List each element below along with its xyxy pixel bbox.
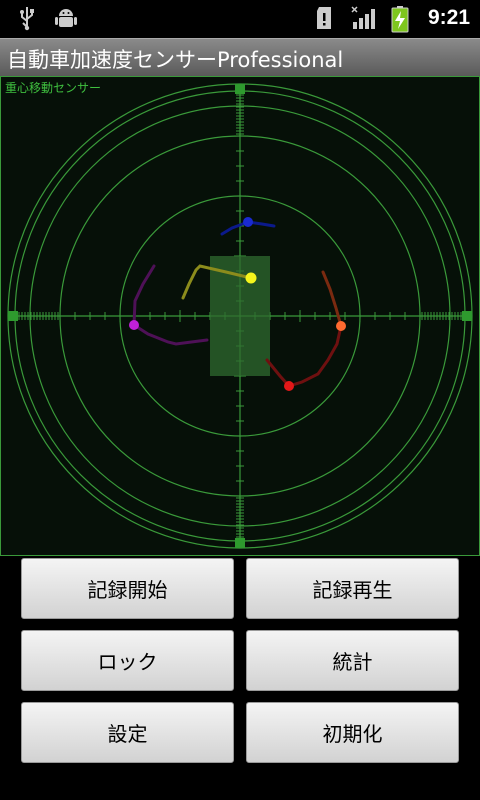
clock: 9:21 [427, 6, 470, 29]
usb-icon [20, 7, 34, 31]
point-yellow [245, 272, 257, 284]
battery-charging-icon [391, 6, 409, 33]
trail-orange [321, 270, 343, 328]
signal-icon [351, 6, 375, 29]
app-title: 自動車加速度センサーProfessional [7, 48, 344, 72]
status-bar: 9:21 [0, 0, 480, 38]
reset-button[interactable]: 初期化 [246, 702, 459, 763]
stats-button[interactable]: 統計 [246, 630, 459, 691]
point-dark-blue [243, 217, 253, 227]
point-purple [129, 320, 139, 330]
playback-button[interactable]: 記録再生 [246, 558, 459, 619]
sd-card-icon [317, 7, 331, 29]
trail-purple [132, 264, 209, 346]
sensor-radar [0, 76, 480, 556]
point-red [284, 381, 294, 391]
debug-android-icon [55, 9, 77, 27]
record-start-button[interactable]: 記録開始 [21, 558, 234, 619]
sensor-label: 重心移動センサー [5, 81, 102, 95]
gravity-sensor-view[interactable]: 重心移動センサー [0, 76, 480, 556]
trail-red [265, 324, 343, 388]
point-orange [336, 321, 346, 331]
title-bar: 自動車加速度センサーProfessional [0, 38, 480, 76]
lock-button[interactable]: ロック [21, 630, 234, 691]
settings-button[interactable]: 設定 [21, 702, 234, 763]
